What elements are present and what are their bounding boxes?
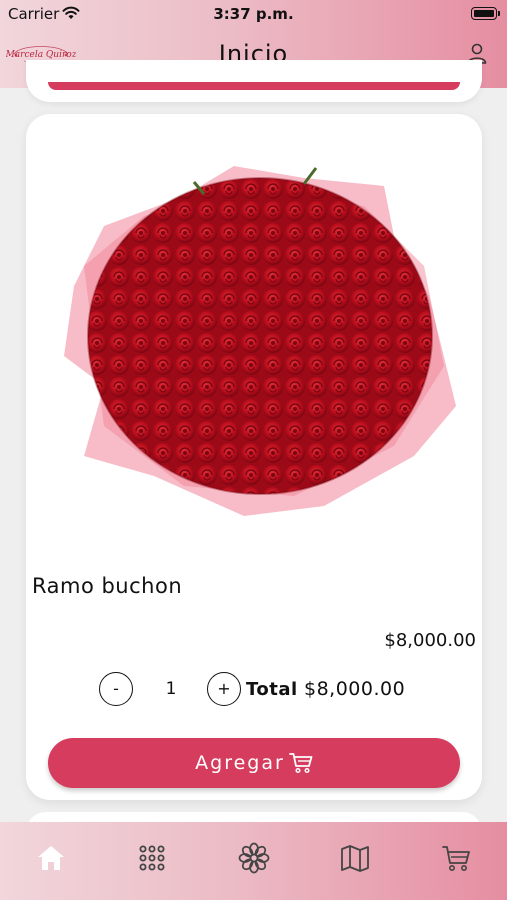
- grid-icon[interactable]: [136, 842, 168, 874]
- total-label: Total: [246, 679, 298, 700]
- status-bar: Carrier 3:37 p.m.: [0, 0, 507, 28]
- increase-quantity-button[interactable]: +: [207, 672, 241, 706]
- product-image: [64, 166, 456, 516]
- decrease-quantity-button[interactable]: -: [99, 672, 133, 706]
- previous-add-button[interactable]: [48, 82, 460, 90]
- product-card: Ramo buchon $8,000.00 - 1 + Total $8,000…: [26, 114, 482, 800]
- product-name: Ramo buchon: [32, 574, 183, 598]
- total-amount: $8,000.00: [304, 678, 406, 700]
- add-to-cart-label: Agregar: [195, 752, 285, 774]
- flower-icon[interactable]: [238, 842, 270, 874]
- add-to-cart-button[interactable]: Agregar: [48, 738, 460, 788]
- tab-bar: [0, 822, 507, 900]
- product-price: $8,000.00: [384, 630, 476, 651]
- cart-icon: [288, 753, 313, 774]
- battery-icon: [471, 7, 500, 20]
- cart-tab-icon[interactable]: [440, 842, 472, 874]
- quantity-value: 1: [165, 679, 177, 699]
- map-icon[interactable]: [339, 842, 371, 874]
- home-icon[interactable]: [35, 842, 67, 874]
- previous-product-card: [26, 60, 482, 102]
- status-time: 3:37 p.m.: [213, 5, 294, 23]
